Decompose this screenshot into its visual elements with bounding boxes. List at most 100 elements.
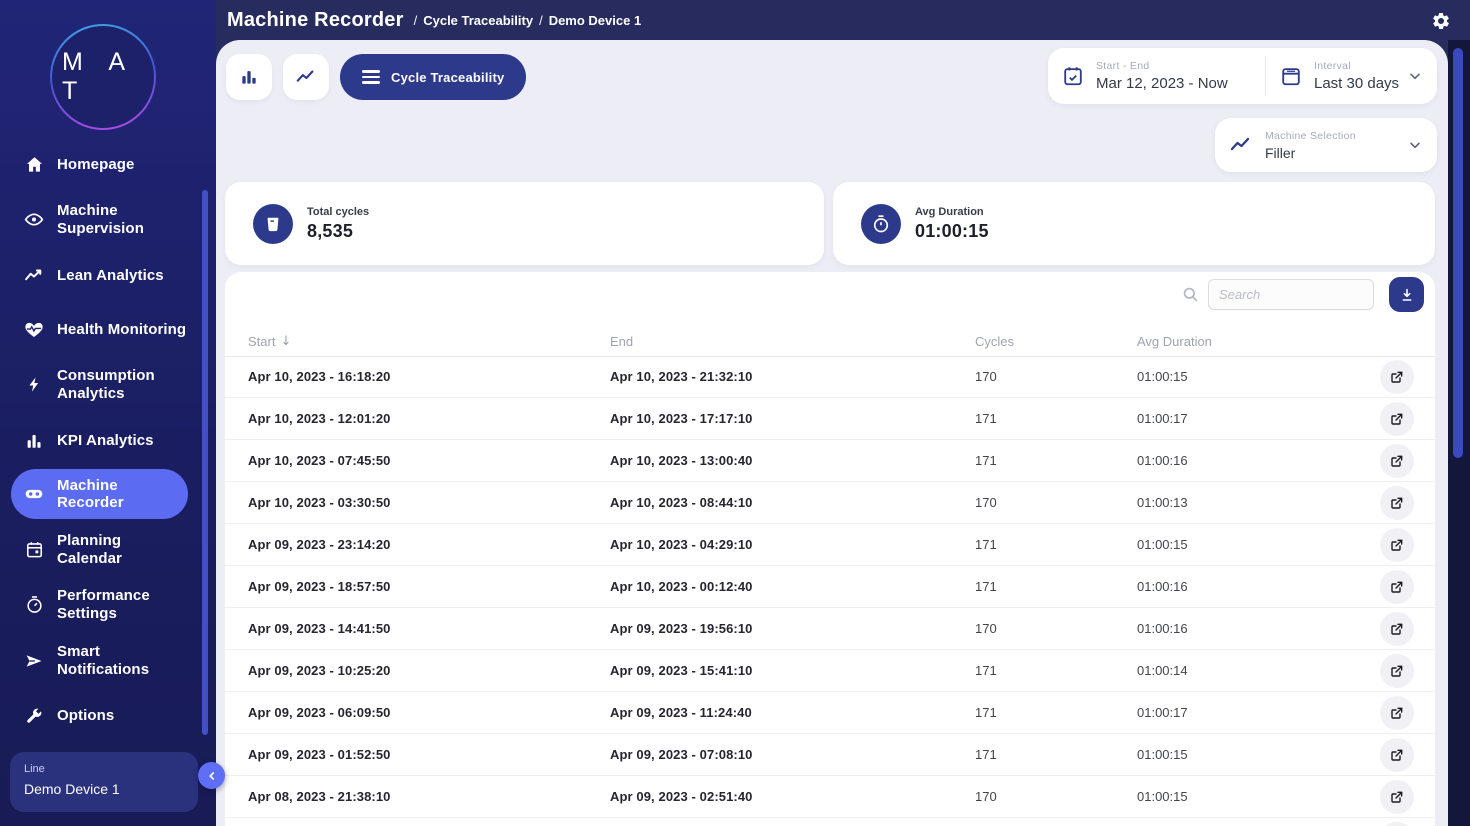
cell-end: Apr 10, 2023 - 04:29:10: [610, 524, 753, 565]
cell-end: Apr 10, 2023 - 13:00:40: [610, 440, 753, 481]
table-row: Apr 10, 2023 - 12:01:20 Apr 10, 2023 - 1…: [225, 398, 1435, 440]
bar-chart-view-button[interactable]: [226, 54, 272, 100]
page-scrollbar-track: [1448, 40, 1470, 826]
machine-selection-label: Machine Selection: [1265, 130, 1356, 142]
sidebar-scrollbar-thumb[interactable]: [202, 190, 208, 735]
cycle-traceability-view-button[interactable]: Cycle Traceability: [340, 54, 526, 100]
open-in-new-icon: [1389, 789, 1405, 805]
sidebar-collapse-button[interactable]: [198, 762, 225, 789]
cell-start: Apr 08, 2023 - 21:38:10: [248, 776, 391, 817]
open-details-button[interactable]: [1380, 738, 1414, 772]
column-header-start[interactable]: Start ↓: [248, 334, 291, 349]
table-rows: Apr 10, 2023 - 16:18:20 Apr 10, 2023 - 2…: [225, 356, 1435, 826]
open-details-button[interactable]: [1380, 360, 1414, 394]
brand-logo: M A T: [50, 24, 156, 130]
calendar-check-icon: [1062, 65, 1084, 87]
line-chart-view-button[interactable]: [283, 54, 329, 100]
device-chip-value: Demo Device 1: [24, 781, 184, 797]
sidebar-item-label: Lean Analytics: [57, 267, 164, 284]
open-details-button[interactable]: [1380, 402, 1414, 436]
sidebar-item-planning-calendar[interactable]: Planning Calendar: [0, 522, 216, 577]
table-row: Apr 09, 2023 - 18:57:50 Apr 10, 2023 - 0…: [225, 566, 1435, 608]
menu-icon: [362, 70, 380, 84]
column-header-end[interactable]: End: [610, 334, 633, 349]
sidebar-item-health-monitoring[interactable]: Health Monitoring: [0, 302, 216, 357]
sidebar-item-options[interactable]: Options: [0, 688, 216, 743]
machine-selection-filter[interactable]: Machine Selection Filler: [1215, 118, 1437, 172]
sidebar-item-homepage[interactable]: Homepage: [0, 137, 216, 192]
cell-cycles: 171: [975, 566, 997, 607]
search-input[interactable]: [1208, 279, 1374, 310]
total-cycles-value: 8,535: [307, 221, 369, 242]
cell-start: Apr 10, 2023 - 12:01:20: [248, 398, 391, 439]
breadcrumb-item-demo-device: Demo Device 1: [549, 13, 642, 28]
cell-avg-duration: 01:00:13: [1137, 482, 1188, 523]
table-row: Apr 10, 2023 - 16:18:20 Apr 10, 2023 - 2…: [225, 356, 1435, 398]
page-scrollbar-thumb[interactable]: [1453, 48, 1463, 458]
device-chip-label: Line: [24, 763, 184, 775]
cell-cycles: 171: [975, 398, 997, 439]
open-in-new-icon: [1389, 495, 1405, 511]
open-details-button[interactable]: [1380, 570, 1414, 604]
sidebar-item-label: Smart Notifications: [57, 643, 149, 678]
cell-avg-duration: 01:00:15: [1137, 776, 1188, 817]
cell-cycles: 171: [975, 734, 997, 775]
cell-cycles: 170: [975, 776, 997, 817]
cell-start: Apr 09, 2023 - 10:25:20: [248, 650, 391, 691]
download-button[interactable]: [1389, 277, 1424, 312]
open-details-button[interactable]: [1380, 696, 1414, 730]
open-details-button[interactable]: [1380, 822, 1414, 826]
cell-start: Apr 09, 2023 - 06:09:50: [248, 692, 391, 733]
sidebar-item-label: Performance Settings: [57, 587, 150, 622]
date-filter-pill: Start - End Mar 12, 2023 - Now Interval …: [1048, 48, 1437, 104]
cell-end: Apr 09, 2023 - 11:24:40: [610, 692, 752, 733]
download-icon: [1399, 287, 1415, 303]
table-row: Apr 09, 2023 - 06:09:50 Apr 09, 2023 - 1…: [225, 692, 1435, 734]
cell-end: Apr 09, 2023 - 07:08:10: [610, 734, 753, 775]
total-cycles-card: Total cycles 8,535: [225, 182, 824, 265]
bar-chart-icon: [239, 67, 259, 87]
cell-avg-duration: 01:00:16: [1137, 608, 1188, 649]
sidebar-item-smart-notifications[interactable]: Smart Notifications: [0, 633, 216, 688]
cycles-table-card: Start ↓ End Cycles Avg Duration Apr 10, …: [225, 272, 1435, 826]
table-row: Apr 10, 2023 - 07:45:50 Apr 10, 2023 - 1…: [225, 440, 1435, 482]
calendar-icon: [24, 540, 44, 560]
sidebar-item-consumption-analytics[interactable]: Consumption Analytics: [0, 357, 216, 412]
app-root: Machine Recorder / Cycle Traceability / …: [0, 0, 1470, 826]
main-panel: Cycle Traceability Start - End Mar 12, 2…: [216, 40, 1448, 826]
table-row: Apr 08, 2023 - 21:38:10 Apr 09, 2023 - 0…: [225, 776, 1435, 818]
cell-end: Apr 09, 2023 - 19:56:10: [610, 608, 753, 649]
open-details-button[interactable]: [1380, 612, 1414, 646]
start-end-filter[interactable]: Start - End Mar 12, 2023 - Now: [1048, 48, 1265, 104]
cell-avg-duration: 01:00:15: [1137, 356, 1188, 397]
settings-button[interactable]: [1428, 8, 1454, 34]
cell-avg-duration: 01:00:17: [1137, 398, 1188, 439]
table-row: Apr 10, 2023 - 03:30:50 Apr 10, 2023 - 0…: [225, 482, 1435, 524]
avg-duration-value: 01:00:15: [915, 221, 989, 242]
bolt-icon: [24, 375, 44, 395]
cell-cycles: 171: [975, 692, 997, 733]
open-details-button[interactable]: [1380, 528, 1414, 562]
open-in-new-icon: [1389, 579, 1405, 595]
cell-avg-duration: 01:00:17: [1137, 692, 1188, 733]
open-details-button[interactable]: [1380, 444, 1414, 478]
chevron-down-icon: [1407, 137, 1423, 153]
column-header-cycles[interactable]: Cycles: [975, 334, 1014, 349]
start-end-label: Start - End: [1096, 60, 1228, 72]
sidebar: M A T Homepage Machine Supervision Lean …: [0, 0, 216, 826]
column-header-avg-duration[interactable]: Avg Duration: [1137, 334, 1212, 349]
sidebar-item-kpi-analytics[interactable]: KPI Analytics: [0, 413, 216, 468]
start-end-value: Mar 12, 2023 - Now: [1096, 75, 1228, 92]
sidebar-item-lean-analytics[interactable]: Lean Analytics: [0, 248, 216, 303]
cell-end: Apr 09, 2023 - 02:51:40: [610, 776, 753, 817]
cycles-icon: [253, 204, 293, 244]
open-details-button[interactable]: [1380, 486, 1414, 520]
interval-filter[interactable]: Interval Last 30 days: [1266, 48, 1437, 104]
sidebar-item-machine-supervision[interactable]: Machine Supervision: [0, 192, 216, 247]
interval-value: Last 30 days: [1314, 75, 1399, 92]
open-details-button[interactable]: [1380, 780, 1414, 814]
sidebar-item-performance-settings[interactable]: Performance Settings: [0, 577, 216, 632]
sidebar-item-machine-recorder[interactable]: Machine Recorder: [11, 469, 188, 519]
open-details-button[interactable]: [1380, 654, 1414, 688]
table-row: Apr 09, 2023 - 01:52:50 Apr 09, 2023 - 0…: [225, 734, 1435, 776]
